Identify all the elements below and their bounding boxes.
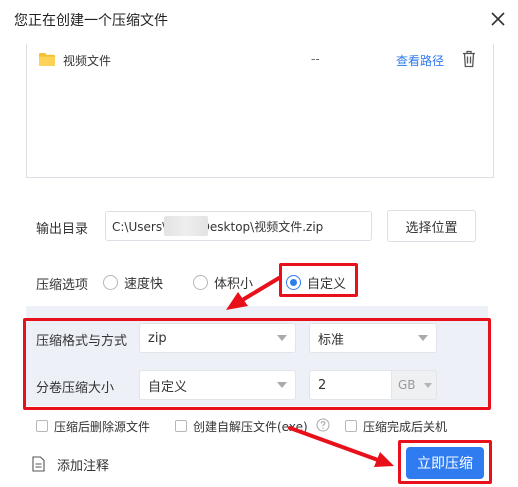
close-icon[interactable] <box>488 9 508 29</box>
checkbox-box[interactable] <box>36 420 48 432</box>
level-select[interactable]: 标准 <box>309 323 437 353</box>
checkbox-create-sfx[interactable]: 创建自解压文件(exe) <box>175 417 308 435</box>
checkbox-label: 创建自解压文件(exe) <box>193 419 308 434</box>
volume-unit-select[interactable]: GB <box>391 370 437 400</box>
add-note-label: 添加注释 <box>57 458 110 474</box>
chevron-down-icon <box>277 335 287 341</box>
dialog-title: 您正在创建一个压缩文件 <box>14 13 168 29</box>
volume-size-input[interactable] <box>309 370 391 400</box>
output-path-input[interactable] <box>105 211 372 241</box>
format-label: 压缩格式与方式 <box>36 334 128 349</box>
output-dir-label: 输出目录 <box>36 222 89 237</box>
trash-icon[interactable] <box>461 50 477 68</box>
file-name: 视频文件 <box>63 54 112 68</box>
format-value: zip <box>148 330 167 346</box>
compress-options-label: 压缩选项 <box>36 278 89 293</box>
radio-custom-label: 自定义 <box>307 276 347 292</box>
volume-label: 分卷压缩大小 <box>36 381 115 396</box>
view-path-link[interactable]: 查看路径 <box>396 52 444 69</box>
checkbox-label: 压缩完成后关机 <box>363 419 448 434</box>
radio-size-label: 体积小 <box>214 276 254 292</box>
radio-circle[interactable] <box>103 274 118 290</box>
checkbox-label: 压缩后删除源文件 <box>54 419 151 434</box>
level-value: 标准 <box>318 332 345 348</box>
choose-location-button[interactable]: 选择位置 <box>387 210 476 242</box>
radio-custom[interactable]: 自定义 <box>286 272 346 292</box>
chevron-down-icon <box>424 382 432 388</box>
radio-circle[interactable] <box>193 274 208 290</box>
radio-size[interactable]: 体积小 <box>193 272 253 292</box>
note-icon <box>32 456 45 472</box>
checkbox-box[interactable] <box>175 420 187 432</box>
chevron-down-icon <box>277 382 287 388</box>
file-size: -- <box>311 52 320 66</box>
options-checkboxes: 压缩后删除源文件 创建自解压文件(exe) 压缩完成后关机 <box>26 417 488 437</box>
volume-unit-value: GB <box>398 378 416 392</box>
redacted-username <box>164 216 208 236</box>
file-list: 视频文件 -- 查看路径 <box>26 44 494 178</box>
radio-circle-checked[interactable] <box>286 274 301 290</box>
format-select[interactable]: zip <box>139 323 296 353</box>
checkbox-shutdown[interactable]: 压缩完成后关机 <box>345 417 447 435</box>
add-note-button[interactable]: 添加注释 <box>32 454 109 474</box>
checkbox-box[interactable] <box>345 420 357 432</box>
volume-mode-value: 自定义 <box>148 379 188 395</box>
close-button[interactable] <box>488 9 508 29</box>
chevron-down-icon <box>418 335 428 341</box>
file-row[interactable]: 视频文件 -- 查看路径 <box>39 50 483 72</box>
radio-speed[interactable]: 速度快 <box>103 272 163 292</box>
radio-speed-label: 速度快 <box>124 276 164 292</box>
compress-now-button[interactable]: 立即压缩 <box>406 447 484 479</box>
volume-mode-select[interactable]: 自定义 <box>139 370 296 400</box>
folder-icon <box>39 53 55 66</box>
checkbox-delete-source[interactable]: 压缩后删除源文件 <box>36 417 150 435</box>
help-icon[interactable] <box>316 418 330 432</box>
